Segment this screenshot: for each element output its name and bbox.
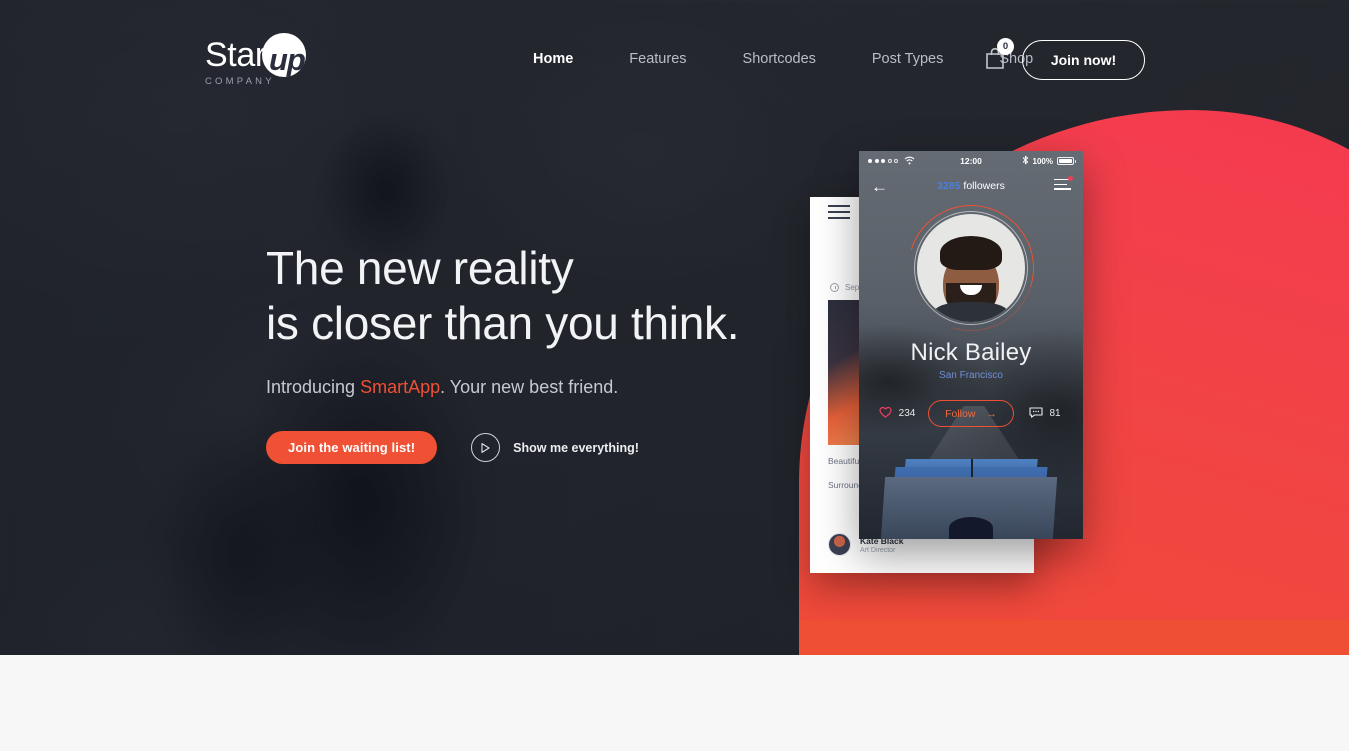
hero-headline-line-1: The new reality — [266, 242, 574, 294]
phone-status-bar: 12:00 100% — [859, 151, 1083, 171]
profile-city: San Francisco — [939, 370, 1003, 381]
likes-count: 234 — [898, 408, 916, 419]
cart-count-badge: 0 — [997, 38, 1014, 55]
main-navigation: Start up COMPANY Home Features Shortcode… — [0, 0, 1349, 118]
site-logo[interactable]: Start up COMPANY — [205, 33, 405, 87]
profile-feed-cards — [859, 447, 1083, 539]
logo-text-up: up — [269, 42, 306, 77]
orange-gradient-shape-base — [799, 620, 1349, 655]
battery-icon — [1057, 157, 1076, 165]
avatar — [917, 214, 1025, 322]
nav-menu: Home Features Shortcodes Post Types Shop — [505, 46, 1061, 72]
comments-stat[interactable]: 81 — [1014, 406, 1076, 421]
followers-label: followers — [960, 180, 1005, 192]
followers-number: 3285 — [937, 180, 961, 192]
nav-item-home[interactable]: Home — [505, 46, 601, 72]
hamburger-icon[interactable] — [828, 205, 850, 223]
likes-stat[interactable]: 234 — [866, 406, 928, 421]
hero-sub-brand: SmartApp — [360, 377, 441, 397]
hero-cta-row: Join the waiting list! Show me everythin… — [266, 431, 739, 464]
arrow-right-icon: → — [986, 407, 997, 420]
hero-headline: The new reality is closer than you think… — [266, 245, 739, 346]
author-role: Art Director — [860, 546, 896, 554]
landing-page: Start up COMPANY Home Features Shortcode… — [0, 0, 1349, 751]
comment-icon — [1029, 406, 1043, 421]
followers-count: 3285 followers — [859, 180, 1083, 192]
featured-in-section: We were featured in: QuickStart Start IT… — [0, 655, 1349, 751]
hero-sub-suffix: . Your new best friend. — [440, 377, 619, 397]
nav-item-features[interactable]: Features — [601, 46, 714, 72]
shopping-bag-icon[interactable]: 0 — [984, 38, 1014, 74]
profile-app-mockup[interactable]: 12:00 100% ← 3285 followers Nick Bailey … — [859, 151, 1083, 539]
profile-avatar — [885, 182, 1057, 354]
hero-section: Start up COMPANY Home Features Shortcode… — [0, 0, 1349, 655]
comments-count: 81 — [1049, 408, 1061, 419]
nav-item-shortcodes[interactable]: Shortcodes — [715, 46, 844, 72]
hero-copy: The new reality is closer than you think… — [266, 245, 739, 464]
follow-label: Follow — [945, 407, 976, 420]
profile-top-bar: ← 3285 followers — [859, 171, 1083, 201]
nav-item-post-types[interactable]: Post Types — [844, 46, 971, 72]
notification-dot — [1068, 175, 1073, 181]
status-time: 12:00 — [960, 156, 982, 166]
hero-sub-prefix: Introducing — [266, 377, 361, 397]
show-me-everything-button[interactable]: Show me everything! — [471, 433, 639, 462]
profile-name: Nick Bailey — [910, 339, 1032, 366]
hero-subheadline: Introducing SmartApp. Your new best frie… — [266, 377, 739, 398]
hamburger-icon[interactable] — [1054, 175, 1073, 194]
hero-headline-line-2: is closer than you think. — [266, 297, 740, 349]
join-waiting-list-button[interactable]: Join the waiting list! — [266, 431, 438, 464]
logo-tagline: COMPANY — [205, 76, 275, 87]
join-now-button[interactable]: Join now! — [1022, 40, 1145, 80]
follow-button[interactable]: Follow → — [928, 400, 1014, 427]
clock-icon — [830, 283, 839, 292]
profile-actions: 234 Follow → 81 — [859, 400, 1083, 427]
show-me-everything-label: Show me everything! — [513, 440, 639, 455]
avatar — [828, 533, 851, 556]
feed-photo-figure — [949, 517, 993, 539]
heart-icon — [879, 406, 892, 421]
play-icon — [471, 433, 501, 462]
